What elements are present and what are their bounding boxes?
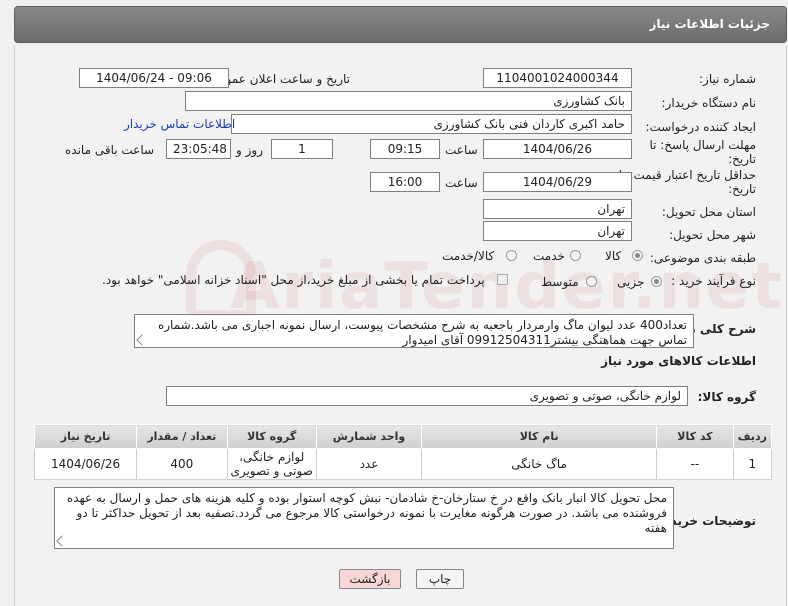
- process-minor-radio[interactable]: [651, 276, 662, 287]
- buyer-notes-textarea[interactable]: محل تحویل کالا انبار بانک واقع در خ ستار…: [54, 487, 674, 549]
- days-label: روز و: [236, 143, 263, 157]
- need-number-label: شماره نیاز:: [699, 72, 756, 86]
- process-medium-label: متوسط: [541, 275, 579, 289]
- delivery-city-label: شهر محل تحویل:: [669, 228, 756, 242]
- reply-deadline-label: مهلت ارسال پاسخ: تا تاریخ:: [649, 138, 756, 166]
- items-table: ردیف کد کالا نام کالا واحد شمارش گروه کا…: [33, 424, 773, 480]
- resize-handle-icon[interactable]: [136, 334, 148, 346]
- items-table-header: ردیف کد کالا نام کالا واحد شمارش گروه کا…: [33, 424, 773, 449]
- table-row: 1 -- ماگ خانگی عدد لوازم خانگی، صوتی و ت…: [33, 448, 773, 480]
- cell-name: ماگ خانگی: [421, 448, 658, 480]
- resize-handle-icon[interactable]: [56, 535, 68, 547]
- category-service-radio[interactable]: [570, 250, 581, 261]
- remaining-time-field: 23:05:48: [166, 139, 231, 159]
- cell-date: 1404/06/26: [33, 448, 138, 480]
- buyer-notes-text: محل تحویل کالا انبار بانک واقع در خ ستار…: [66, 491, 667, 535]
- col-unit: واحد شمارش: [315, 424, 423, 449]
- announce-datetime-field: 1404/06/24 - 09:06: [79, 68, 229, 88]
- price-validity-date-field: 1404/06/29: [483, 172, 632, 192]
- general-desc-text: تعداد400 عدد لیوان ماگ وارمردار باجعبه ب…: [157, 318, 687, 347]
- reply-days-field: 1: [271, 139, 333, 159]
- delivery-province-field: تهران: [483, 199, 632, 219]
- treasury-note: پرداخت تمام یا بخشی از مبلغ خرید،از محل …: [102, 273, 485, 287]
- treasury-checkbox[interactable]: [497, 274, 508, 285]
- category-goods-radio[interactable]: [632, 250, 643, 261]
- requester-label: ایجاد کننده درخواست:: [645, 120, 756, 134]
- category-goods-service-label: کالا/خدمت: [442, 249, 495, 263]
- cell-unit: عدد: [315, 448, 423, 480]
- col-name: نام کالا: [421, 424, 658, 449]
- delivery-city-field: تهران: [483, 221, 632, 241]
- buyer-org-label: نام دستگاه خریدار:: [661, 96, 757, 110]
- remaining-time-label: ساعت باقی مانده: [65, 143, 155, 157]
- reply-time-field: 09:15: [370, 139, 440, 159]
- page: جزئیات اطلاعات نیاز AriaTender.net شماره…: [0, 0, 788, 606]
- cell-code: --: [656, 448, 734, 480]
- col-group: گروه کالا: [226, 424, 317, 449]
- print-button[interactable]: چاپ: [416, 569, 464, 589]
- requester-field: حامد اکبری کاردان فنی بانک کشاورزی: [231, 114, 632, 134]
- goods-group-label: گروه کالا:: [697, 390, 756, 404]
- col-code: کد کالا: [656, 424, 734, 449]
- buyer-org-field: بانک کشاورزی: [185, 91, 632, 111]
- category-service-label: خدمت: [533, 249, 565, 263]
- items-section-title: اطلاعات کالاهای مورد نیاز: [601, 354, 756, 368]
- purchase-process-label: نوع فرآیند خرید :: [671, 274, 756, 288]
- col-row: ردیف: [732, 424, 773, 449]
- goods-group-field: لوازم خانگی، صوتی و تصویری: [166, 386, 688, 406]
- process-medium-radio[interactable]: [586, 276, 597, 287]
- page-header: جزئیات اطلاعات نیاز: [14, 6, 787, 43]
- cell-group: لوازم خانگی، صوتی و تصویری: [226, 448, 317, 480]
- back-button[interactable]: بازگشت: [339, 569, 401, 589]
- cell-qty: 400: [136, 448, 228, 480]
- cell-row: 1: [732, 448, 773, 480]
- col-date: تاریخ نیاز: [33, 424, 138, 449]
- reply-deadline-date-field: 1404/06/26: [483, 139, 632, 159]
- category-label: طبقه بندی موضوعی:: [649, 251, 756, 265]
- price-validity-time-field: 16:00: [370, 172, 440, 192]
- process-minor-label: جزیی: [617, 275, 645, 289]
- need-number-field: 1104001024000344: [483, 68, 632, 88]
- buyer-contact-link[interactable]: اطلاعات تماس خریدار: [124, 117, 235, 131]
- general-desc-textarea[interactable]: تعداد400 عدد لیوان ماگ وارمردار باجعبه ب…: [134, 314, 694, 348]
- category-goods-service-radio[interactable]: [506, 250, 517, 261]
- category-goods-label: کالا: [605, 249, 622, 263]
- col-qty: تعداد / مقدار: [136, 424, 228, 449]
- delivery-province-label: استان محل تحویل:: [661, 205, 756, 219]
- price-validity-time-label: ساعت: [445, 176, 478, 190]
- page-title: جزئیات اطلاعات نیاز: [649, 17, 770, 31]
- reply-time-label: ساعت: [445, 143, 478, 157]
